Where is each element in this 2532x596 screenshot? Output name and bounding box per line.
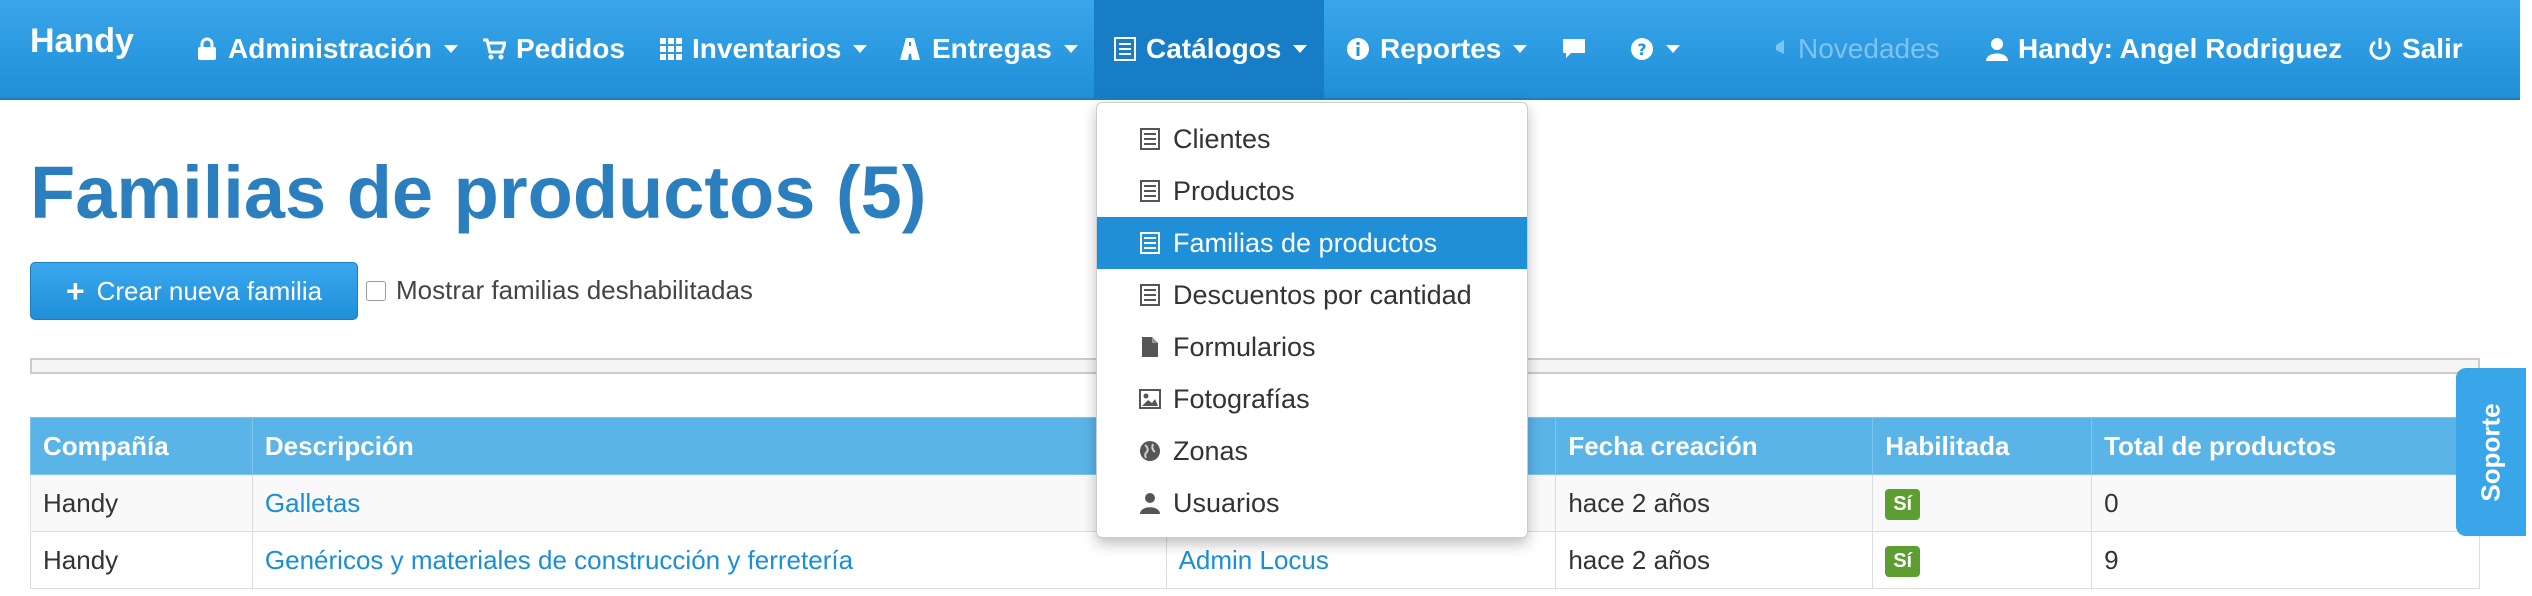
family-link[interactable]: Galletas <box>265 488 360 518</box>
create-family-button[interactable]: + Crear nueva familia <box>30 262 358 320</box>
nav-administracion[interactable]: Administración <box>196 0 458 98</box>
menu-item-label: Usuarios <box>1173 487 1280 518</box>
header-habilitada[interactable]: Habilitada <box>1872 417 2093 475</box>
nav-inventarios-label: Inventarios <box>692 33 842 64</box>
menu-item-label: Formularios <box>1173 331 1316 362</box>
cell-created: hace 2 años <box>1555 474 1874 532</box>
chevron-down-icon <box>1293 45 1308 53</box>
nav-comments[interactable] <box>1562 0 1586 98</box>
family-link[interactable]: Genéricos y materiales de construcción y… <box>265 545 853 575</box>
globe-icon <box>1139 440 1161 462</box>
svg-text:?: ? <box>1637 40 1646 59</box>
nav-inventarios[interactable]: Inventarios <box>660 0 868 98</box>
chevron-down-icon <box>443 45 458 53</box>
menu-item-label: Fotografías <box>1173 383 1310 414</box>
cell-company: Handy <box>30 474 253 532</box>
header-total-productos[interactable]: Total de productos <box>2091 417 2480 475</box>
list-icon <box>1139 284 1161 306</box>
chevron-down-icon <box>1666 45 1680 53</box>
cell-total: 0 <box>2091 474 2480 532</box>
menu-item-label: Productos <box>1173 175 1295 206</box>
list-icon <box>1139 180 1161 202</box>
menu-item-label: Familias de productos <box>1173 227 1438 258</box>
cart-icon <box>482 38 506 60</box>
user-icon <box>1986 37 2008 61</box>
cell-description: Galletas <box>251 474 1167 532</box>
menu-item-descuentos[interactable]: Descuentos por cantidad <box>1097 269 1527 321</box>
menu-item-fotografias[interactable]: Fotografías <box>1097 373 1527 425</box>
road-icon <box>898 37 922 61</box>
brand-logo[interactable]: Handy <box>30 22 134 61</box>
list-icon <box>1139 128 1161 150</box>
list-icon <box>1114 37 1136 61</box>
bullhorn-icon <box>1774 39 1788 59</box>
grid-icon <box>660 38 682 60</box>
menu-item-label: Clientes <box>1173 123 1271 154</box>
page-title: Familias de productos (5) <box>30 151 927 234</box>
table-row: Handy Genéricos y materiales de construc… <box>30 531 2480 589</box>
creator-link[interactable]: Admin Locus <box>1179 545 1329 575</box>
question-icon: ? <box>1630 37 1654 61</box>
picture-icon <box>1139 389 1161 409</box>
show-disabled-toggle[interactable]: Mostrar familias deshabilitadas <box>366 275 753 306</box>
nav-salir-label: Salir <box>2402 33 2463 64</box>
nav-help[interactable]: ? <box>1630 0 1680 98</box>
menu-item-label: Descuentos por cantidad <box>1173 279 1472 310</box>
menu-item-usuarios[interactable]: Usuarios <box>1097 477 1527 529</box>
status-badge: Sí <box>1885 489 1921 520</box>
chevron-down-icon <box>1063 45 1078 53</box>
cell-created: hace 2 años <box>1555 531 1874 589</box>
cell-total: 9 <box>2091 531 2480 589</box>
cell-creator: Admin Locus <box>1165 531 1557 589</box>
info-icon <box>1346 37 1370 61</box>
lock-icon <box>196 37 218 61</box>
show-disabled-checkbox[interactable] <box>366 280 386 301</box>
menu-item-zonas[interactable]: Zonas <box>1097 425 1527 477</box>
file-icon <box>1139 336 1161 358</box>
nav-salir[interactable]: Salir <box>2368 0 2463 98</box>
nav-entregas-label: Entregas <box>932 33 1052 64</box>
nav-pedidos-label: Pedidos <box>516 33 625 64</box>
create-family-label: Crear nueva familia <box>96 275 323 306</box>
nav-user[interactable]: Handy: Angel Rodriguez <box>1986 0 2342 98</box>
nav-user-label: Handy: Angel Rodriguez <box>2018 33 2343 64</box>
menu-item-productos[interactable]: Productos <box>1097 165 1527 217</box>
plus-icon: + <box>65 272 85 309</box>
user-icon <box>1139 492 1161 514</box>
nav-catalogos-label: Catálogos <box>1146 33 1282 64</box>
cell-enabled: Sí <box>1872 531 2093 589</box>
support-tab-label: Soporte <box>2475 402 2506 502</box>
nav-administracion-label: Administración <box>228 33 432 64</box>
list-icon <box>1139 232 1161 254</box>
header-fecha-creacion[interactable]: Fecha creación <box>1555 417 1874 475</box>
nav-entregas[interactable]: Entregas <box>898 0 1078 98</box>
show-disabled-label: Mostrar familias deshabilitadas <box>396 275 753 305</box>
catalogos-dropdown-menu: Clientes Productos Familias de productos… <box>1096 102 1528 538</box>
header-descripcion[interactable]: Descripción <box>251 417 1167 475</box>
header-compania[interactable]: Compañía <box>30 417 253 475</box>
chevron-down-icon <box>1513 45 1528 53</box>
nav-pedidos[interactable]: Pedidos <box>482 0 625 98</box>
nav-reportes-label: Reportes <box>1380 33 1502 64</box>
menu-item-clientes[interactable]: Clientes <box>1097 113 1527 165</box>
nav-catalogos[interactable]: Catálogos <box>1094 0 1324 98</box>
cell-enabled: Sí <box>1872 474 2093 532</box>
nav-reportes[interactable]: Reportes <box>1346 0 1528 98</box>
menu-item-familias-de-productos[interactable]: Familias de productos <box>1097 217 1527 269</box>
chevron-down-icon <box>853 45 868 53</box>
comment-icon <box>1562 38 1586 60</box>
power-icon <box>2368 37 2392 61</box>
menu-item-label: Zonas <box>1173 435 1249 466</box>
nav-novedades-label: Novedades <box>1798 33 1940 64</box>
cell-description: Genéricos y materiales de construcción y… <box>251 531 1167 589</box>
top-navbar: Handy Administración Pedidos Inventarios… <box>0 0 2520 100</box>
nav-novedades[interactable]: Novedades <box>1774 0 1940 98</box>
menu-item-formularios[interactable]: Formularios <box>1097 321 1527 373</box>
cell-company: Handy <box>30 531 253 589</box>
status-badge: Sí <box>1885 546 1921 577</box>
support-tab[interactable]: Soporte <box>2456 368 2526 536</box>
